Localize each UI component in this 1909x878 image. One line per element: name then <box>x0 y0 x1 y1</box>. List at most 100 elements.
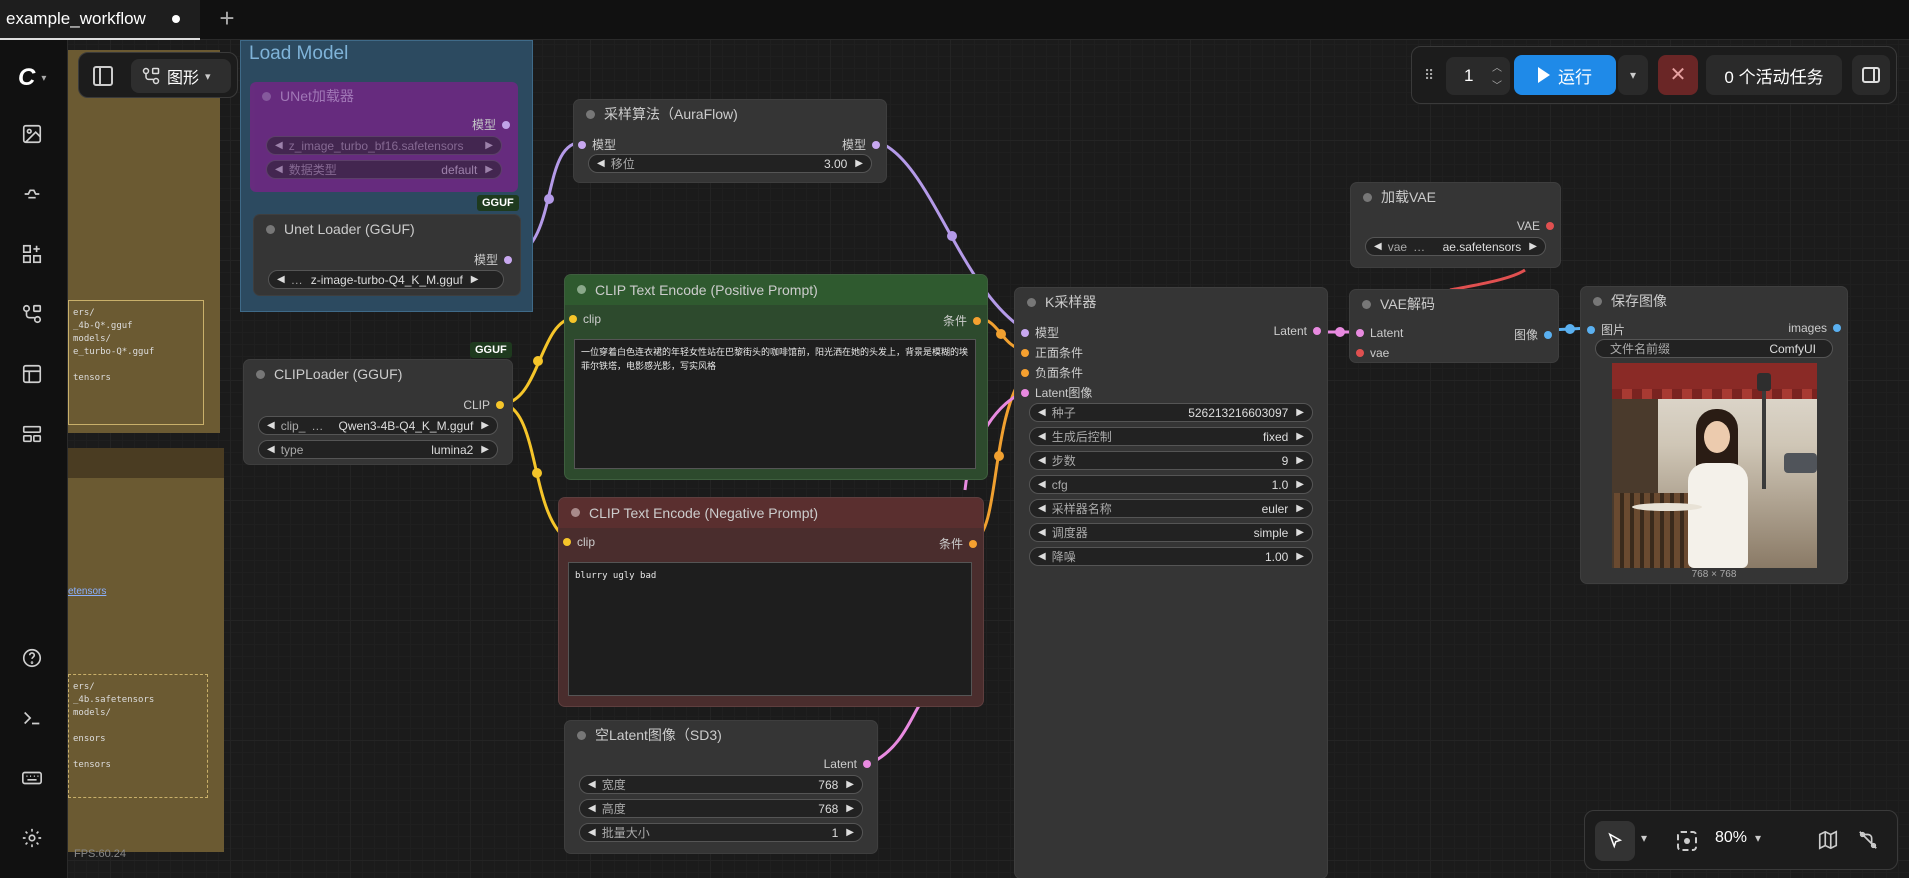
control-after-generate-widget[interactable]: ◀ 生成后控制 fixed ▶ <box>1029 427 1313 446</box>
output-port[interactable] <box>504 255 512 264</box>
input-port[interactable] <box>1356 329 1364 337</box>
active-tasks-button[interactable]: 0 个活动任务 <box>1706 55 1842 95</box>
unet-name-widget[interactable]: ◀ z_image_turbo_bf16.safetensors ▶ <box>266 136 502 155</box>
denoise-widget[interactable]: ◀ 降噪 1.00 ▶ <box>1029 547 1313 566</box>
new-tab-button[interactable]: + <box>212 4 242 34</box>
note-line: _4b.safetensors <box>73 695 155 705</box>
steps-widget[interactable]: ◀ 步数 9 ▶ <box>1029 451 1313 470</box>
shift-widget[interactable]: ◀ 移位 3.00 ▶ <box>588 154 872 173</box>
clip-type-widget[interactable]: ◀ type lumina2 ▶ <box>258 440 498 459</box>
help-icon[interactable] <box>16 642 48 674</box>
note-line <box>73 746 203 759</box>
cancel-button[interactable]: ✕ <box>1658 55 1698 95</box>
sidebar-images-icon[interactable] <box>16 118 48 150</box>
sidebar-nodes-icon[interactable] <box>16 238 48 270</box>
output-port[interactable] <box>502 120 510 129</box>
hide-links-icon[interactable] <box>1857 829 1879 851</box>
output-port[interactable] <box>872 140 880 149</box>
increment-icon[interactable]: ︿ <box>1492 59 1502 74</box>
input-port[interactable] <box>1587 325 1595 334</box>
minimap-icon[interactable] <box>1817 829 1839 851</box>
prompt-textarea[interactable]: blurry ugly bad <box>568 562 972 696</box>
node-clip-text-encode-negative[interactable]: CLIP Text Encode (Negative Prompt) clip … <box>559 498 983 706</box>
input-label: clip <box>577 535 596 549</box>
node-title: UNet加载器 <box>280 88 354 104</box>
node-model-sampling-auraflow[interactable]: 采样算法（AuraFlow) 模型 模型 ◀ 移位 3.00 ▶ <box>574 100 886 182</box>
node-save-image[interactable]: 保存图像 图片 images 文件名前缀 ComfyUI 768 × 768 <box>1581 287 1847 583</box>
input-port[interactable] <box>1356 349 1364 357</box>
height-widget[interactable]: ◀ 高度 768 ▶ <box>579 799 863 818</box>
output-label: VAE <box>1516 219 1540 233</box>
layout-toggle-icon[interactable] <box>93 66 113 86</box>
prompt-textarea[interactable]: 一位穿着白色连衣裙的年轻女性站在巴黎街头的咖啡馆前，阳光洒在她的头发上，背景是模… <box>574 339 976 469</box>
terminal-icon[interactable] <box>16 702 48 734</box>
sidebar-models-icon[interactable] <box>16 178 48 210</box>
run-button[interactable]: 运行 <box>1514 55 1616 95</box>
widget-value: 768 <box>818 801 839 816</box>
input-port[interactable] <box>563 538 571 546</box>
keyboard-icon[interactable] <box>16 762 48 794</box>
note-link[interactable]: etensors <box>68 586 106 597</box>
output-port[interactable] <box>973 316 981 325</box>
output-port[interactable] <box>496 401 504 409</box>
tool-menu-chevron-icon[interactable]: ▾ <box>1641 831 1647 845</box>
scheduler-widget[interactable]: ◀ 调度器 simple ▶ <box>1029 523 1313 542</box>
output-port[interactable] <box>1833 324 1841 332</box>
batch-count-stepper[interactable]: 1 ︿ ﹀ <box>1446 57 1510 95</box>
clip-name-widget[interactable]: ◀ clip_… Qwen3-4B-Q4_K_M.gguf ▶ <box>258 416 498 435</box>
run-options-button[interactable]: ▾ <box>1618 55 1648 95</box>
toggle-panel-icon[interactable] <box>1852 55 1890 95</box>
vae-name-widget[interactable]: ◀ vae… ae.safetensors ▶ <box>1365 237 1546 256</box>
node-unet-loader[interactable]: UNet加载器 模型 ◀ z_image_turbo_bf16.safetenso… <box>250 82 518 192</box>
output-image-preview[interactable] <box>1612 363 1817 568</box>
node-vae-decode[interactable]: VAE解码 Latent vae 图像 <box>1350 290 1558 362</box>
select-tool-button[interactable] <box>1595 821 1635 861</box>
sidebar-templates-icon[interactable] <box>16 358 48 390</box>
input-port[interactable] <box>1021 348 1029 357</box>
input-port[interactable] <box>578 140 586 149</box>
input-port[interactable] <box>1021 388 1029 397</box>
output-port[interactable] <box>969 539 977 548</box>
node-unet-loader-gguf[interactable]: Unet Loader (GGUF) 模型 ◀… z-image-turbo-Q4… <box>254 215 520 295</box>
dtype-widget[interactable]: ◀ 数据类型 default ▶ <box>266 160 502 179</box>
filename-prefix-widget[interactable]: 文件名前缀 ComfyUI <box>1595 339 1833 358</box>
note-line: ensors <box>73 734 106 744</box>
output-port[interactable] <box>1313 327 1321 335</box>
sidebar-apps-icon[interactable] <box>16 418 48 450</box>
node-clip-text-encode-positive[interactable]: CLIP Text Encode (Positive Prompt) clip … <box>565 275 987 479</box>
sampler-name-widget[interactable]: ◀ 采样器名称 euler ▶ <box>1029 499 1313 518</box>
output-port[interactable] <box>1546 222 1554 230</box>
decrement-icon[interactable]: ﹀ <box>1492 77 1502 92</box>
fps-readout: FPS:60.24 <box>74 848 126 860</box>
comfy-logo-icon[interactable]: C ▾ <box>18 62 58 94</box>
sidebar-workflows-icon[interactable] <box>16 298 48 330</box>
input-port[interactable] <box>1021 368 1029 377</box>
zoom-level-dropdown[interactable]: 80% ▾ <box>1715 829 1761 847</box>
unet-gguf-widget[interactable]: ◀… z-image-turbo-Q4_K_M.gguf ▶ <box>268 270 504 289</box>
fit-view-icon[interactable] <box>1677 831 1697 851</box>
input-port[interactable] <box>569 315 577 323</box>
input-port[interactable] <box>1021 328 1029 337</box>
node-ksampler[interactable]: K采样器 模型 正面条件 负面条件 Latent图像 Latent ◀ 种子 526… <box>1015 288 1327 878</box>
node-clip-loader-gguf[interactable]: CLIPLoader (GGUF) CLIP ◀ clip_… Qwen3-4B-Q… <box>244 360 512 464</box>
seed-widget[interactable]: ◀ 种子 526213216603097 ▶ <box>1029 403 1313 422</box>
output-label: Latent <box>1273 324 1307 338</box>
output-port[interactable] <box>863 760 871 768</box>
node-empty-latent-sd3[interactable]: 空Latent图像（SD3) Latent ◀ 宽度 768 ▶ ◀ 高度 768 ▶ ◀ 批… <box>565 721 877 853</box>
graph-mode-button[interactable]: 图形 ▾ <box>131 59 231 93</box>
widget-label: 批量大小 <box>601 826 650 840</box>
cfg-widget[interactable]: ◀ cfg 1.0 ▶ <box>1029 475 1313 494</box>
output-port[interactable] <box>1544 330 1552 339</box>
settings-icon[interactable] <box>16 822 48 854</box>
widget-label: 采样器名称 <box>1051 502 1112 516</box>
note-line <box>73 720 203 733</box>
drag-handle-icon[interactable]: ⠿ <box>1424 67 1434 84</box>
batch-widget[interactable]: ◀ 批量大小 1 ▶ <box>579 823 863 842</box>
node-vae-loader[interactable]: 加载VAE VAE ◀ vae… ae.safetensors ▶ <box>1351 183 1560 267</box>
widget-label: 种子 <box>1051 406 1076 420</box>
tab-example-workflow[interactable]: example_workflow <box>0 0 200 40</box>
note-line: models/ <box>73 334 111 344</box>
cursor-icon <box>1608 832 1623 849</box>
output-label: CLIP <box>463 398 490 412</box>
width-widget[interactable]: ◀ 宽度 768 ▶ <box>579 775 863 794</box>
